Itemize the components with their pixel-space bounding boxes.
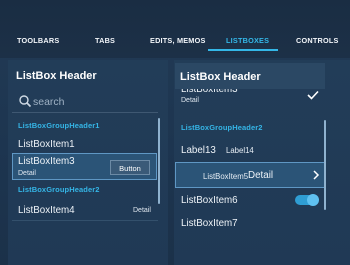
tab-controls[interactable]: CONTROLS — [296, 36, 339, 45]
right-listbox-header: ListBox Header — [180, 71, 261, 83]
group-header-1: ListBoxGroupHeader1 — [18, 121, 100, 130]
label-13: Label13 — [181, 145, 216, 156]
tab-toolbars[interactable]: TOOLBARS — [17, 36, 59, 45]
list-item-4-detail: Detail — [133, 207, 151, 214]
check-icon — [307, 90, 319, 100]
right-list-item-3-detail: Detail — [181, 97, 199, 104]
tab-listboxes[interactable]: LISTBOXES — [226, 36, 269, 45]
right-group-header-2: ListBoxGroupHeader2 — [181, 123, 263, 132]
tab-edits-memos[interactable]: EDITS, MEMOS — [150, 36, 206, 45]
left-scrollbar[interactable] — [158, 118, 160, 204]
list-item-3-label: ListBoxItem3 — [18, 156, 75, 167]
right-list-item-5-detail: Detail — [248, 170, 274, 181]
item-button[interactable]: Button — [110, 160, 150, 175]
search-icon — [19, 95, 32, 108]
right-scrollbar[interactable] — [324, 120, 326, 210]
list-item-1[interactable]: ListBoxItem1 — [18, 139, 75, 150]
group-header-2: ListBoxGroupHeader2 — [18, 185, 100, 194]
label-14: Label14 — [226, 146, 254, 155]
toggle-knob[interactable] — [307, 194, 319, 206]
tab-tabs[interactable]: TABS — [95, 36, 115, 45]
left-divider — [12, 220, 158, 221]
list-item-4[interactable]: ListBoxItem4 — [18, 205, 75, 216]
search-input[interactable]: search — [33, 96, 65, 108]
tab-bar: TOOLBARS TABS EDITS, MEMOS LISTBOXES CON… — [0, 0, 350, 58]
right-list-item-6[interactable]: ListBoxItem6 — [181, 195, 238, 206]
left-listbox-header: ListBox Header — [16, 70, 97, 82]
active-tab-indicator — [208, 49, 278, 51]
list-item-3-detail: Detail — [18, 170, 36, 177]
chevron-right-icon[interactable] — [312, 170, 320, 180]
right-list-item-5: ListBoxItem5 — [203, 172, 249, 181]
search-underline — [12, 112, 158, 113]
